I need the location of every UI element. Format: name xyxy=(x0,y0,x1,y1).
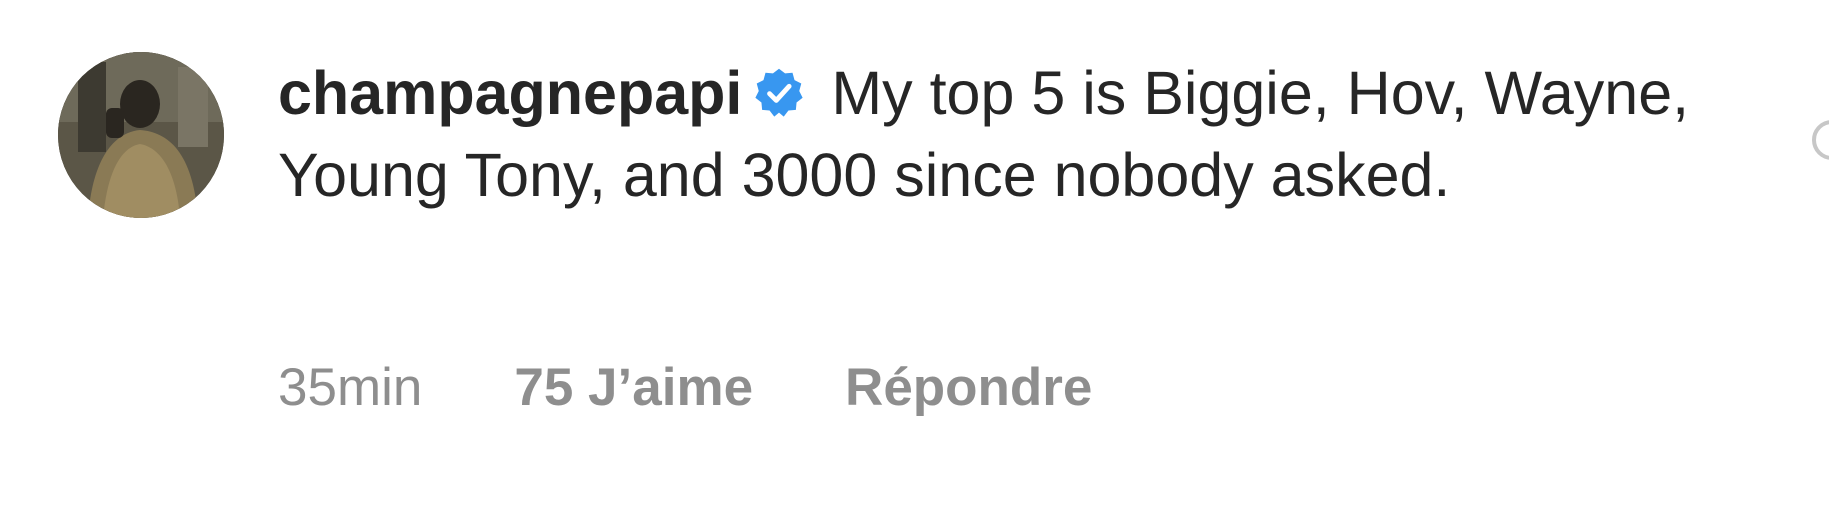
timestamp: 35min xyxy=(278,357,423,417)
avatar-image xyxy=(58,52,224,218)
comment-meta: 35min 75 J’aime Répondre xyxy=(278,352,1092,422)
verified-badge-icon xyxy=(752,66,806,120)
comment: champagnepapi My top 5 is Biggie, Hov, W… xyxy=(0,0,1829,531)
comment-body: champagnepapi My top 5 is Biggie, Hov, W… xyxy=(278,52,1758,216)
reply-button[interactable]: Répondre xyxy=(845,357,1092,418)
username-link[interactable]: champagnepapi xyxy=(278,59,742,127)
avatar[interactable] xyxy=(58,52,224,218)
likes-button[interactable]: 75 J’aime xyxy=(514,357,753,418)
like-heart-icon[interactable] xyxy=(1812,120,1829,160)
